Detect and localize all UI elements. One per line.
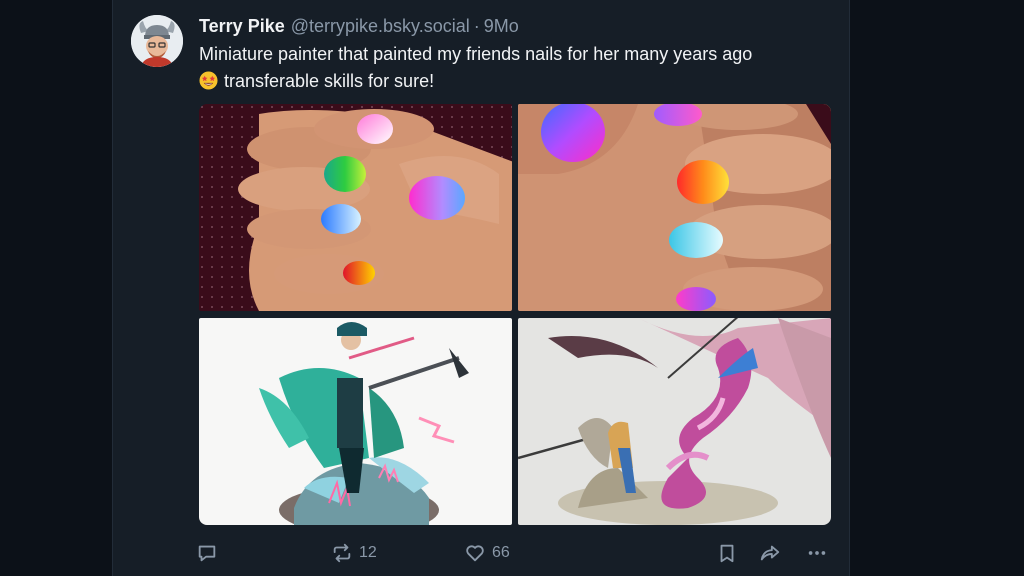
nails-photo-1: [199, 104, 512, 311]
post-text-line-2-text: transferable skills for sure!: [224, 71, 435, 91]
miniature-photo-1: [199, 318, 512, 525]
avatar[interactable]: [131, 15, 183, 67]
more-options-button[interactable]: [806, 540, 828, 566]
author-name[interactable]: Terry Pike: [199, 16, 285, 37]
like-button[interactable]: 66: [464, 540, 510, 566]
reply-icon: [198, 545, 216, 562]
share-arrow-icon: [760, 545, 780, 561]
nails-photo-2: [518, 104, 831, 311]
heart-icon: [466, 545, 484, 562]
post-image-1[interactable]: [199, 104, 512, 311]
star-struck-face-icon: [199, 71, 218, 90]
miniature-photo-2: [518, 318, 831, 525]
bookmark-button[interactable]: [716, 540, 738, 566]
bookmark-icon: [720, 544, 734, 563]
reply-button[interactable]: [196, 540, 224, 566]
post-actions: 12 66: [196, 540, 832, 566]
author-handle[interactable]: @terrypike.bsky.social: [291, 16, 470, 37]
post-time[interactable]: 9Mo: [484, 16, 519, 37]
avatar-image: [131, 15, 183, 67]
post-image-3[interactable]: [199, 318, 512, 525]
post-image-4[interactable]: [518, 318, 831, 525]
repost-count: 12: [359, 544, 377, 561]
ellipsis-icon: [808, 551, 826, 555]
post-image-2[interactable]: [518, 104, 831, 311]
repost-button[interactable]: 12: [331, 540, 377, 566]
post-text: Miniature painter that painted my friend…: [199, 41, 839, 95]
post-header: Terry Pike @terrypike.bsky.social · 9Mo: [199, 14, 519, 38]
post-text-line-2: transferable skills for sure!: [199, 68, 839, 95]
post-text-line-1: Miniature painter that painted my friend…: [199, 44, 753, 64]
repost-icon: [333, 543, 351, 563]
separator: ·: [473, 15, 480, 36]
share-button[interactable]: [759, 540, 781, 566]
like-count: 66: [492, 544, 510, 561]
